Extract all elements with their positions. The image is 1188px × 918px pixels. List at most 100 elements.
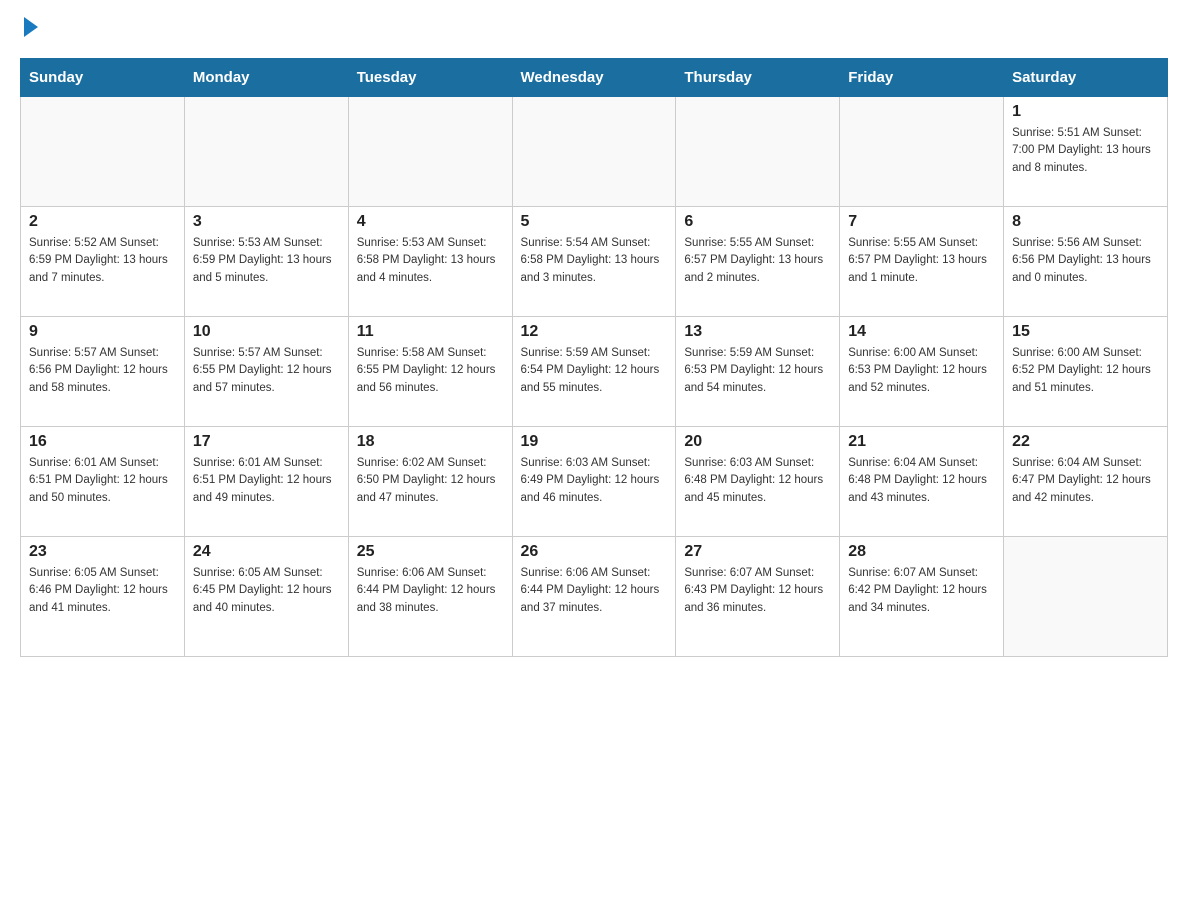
weekday-header-tuesday: Tuesday — [348, 59, 512, 97]
calendar-cell: 10 Sunrise: 5:57 AM Sunset: 6:55 PM Dayli… — [184, 317, 348, 427]
day-number: 10 — [193, 323, 340, 341]
day-number: 17 — [193, 433, 340, 451]
day-number: 22 — [1012, 433, 1159, 451]
day-info: Sunrise: 5:57 AM Sunset: 6:56 PM Dayligh… — [29, 345, 176, 397]
calendar-cell: 27 Sunrise: 6:07 AM Sunset: 6:43 PM Dayli… — [676, 537, 840, 657]
day-info: Sunrise: 6:05 AM Sunset: 6:45 PM Dayligh… — [193, 565, 340, 617]
day-info: Sunrise: 6:04 AM Sunset: 6:48 PM Dayligh… — [848, 455, 995, 507]
day-number: 8 — [1012, 213, 1159, 231]
day-number: 23 — [29, 543, 176, 561]
week-row-5: 23 Sunrise: 6:05 AM Sunset: 6:46 PM Dayli… — [21, 537, 1168, 657]
day-number: 2 — [29, 213, 176, 231]
day-number: 24 — [193, 543, 340, 561]
day-info: Sunrise: 5:52 AM Sunset: 6:59 PM Dayligh… — [29, 235, 176, 287]
day-number: 7 — [848, 213, 995, 231]
day-number: 15 — [1012, 323, 1159, 341]
calendar-cell: 15 Sunrise: 6:00 AM Sunset: 6:52 PM Dayli… — [1004, 317, 1168, 427]
day-number: 25 — [357, 543, 504, 561]
weekday-header-saturday: Saturday — [1004, 59, 1168, 97]
day-number: 27 — [684, 543, 831, 561]
calendar-cell — [184, 97, 348, 207]
calendar-cell: 3 Sunrise: 5:53 AM Sunset: 6:59 PM Daylig… — [184, 207, 348, 317]
day-info: Sunrise: 5:55 AM Sunset: 6:57 PM Dayligh… — [684, 235, 831, 287]
week-row-3: 9 Sunrise: 5:57 AM Sunset: 6:56 PM Daylig… — [21, 317, 1168, 427]
day-number: 26 — [521, 543, 668, 561]
day-info: Sunrise: 5:51 AM Sunset: 7:00 PM Dayligh… — [1012, 125, 1159, 177]
calendar-cell — [348, 97, 512, 207]
calendar-cell: 9 Sunrise: 5:57 AM Sunset: 6:56 PM Daylig… — [21, 317, 185, 427]
weekday-header-thursday: Thursday — [676, 59, 840, 97]
day-number: 12 — [521, 323, 668, 341]
calendar-cell: 12 Sunrise: 5:59 AM Sunset: 6:54 PM Dayli… — [512, 317, 676, 427]
weekday-header-row: SundayMondayTuesdayWednesdayThursdayFrid… — [21, 59, 1168, 97]
weekday-header-wednesday: Wednesday — [512, 59, 676, 97]
calendar-cell — [676, 97, 840, 207]
calendar-cell: 19 Sunrise: 6:03 AM Sunset: 6:49 PM Dayli… — [512, 427, 676, 537]
day-info: Sunrise: 6:01 AM Sunset: 6:51 PM Dayligh… — [29, 455, 176, 507]
day-info: Sunrise: 6:00 AM Sunset: 6:53 PM Dayligh… — [848, 345, 995, 397]
calendar-cell: 16 Sunrise: 6:01 AM Sunset: 6:51 PM Dayli… — [21, 427, 185, 537]
day-number: 6 — [684, 213, 831, 231]
day-number: 5 — [521, 213, 668, 231]
day-number: 16 — [29, 433, 176, 451]
day-number: 4 — [357, 213, 504, 231]
calendar-cell: 25 Sunrise: 6:06 AM Sunset: 6:44 PM Dayli… — [348, 537, 512, 657]
calendar-cell: 24 Sunrise: 6:05 AM Sunset: 6:45 PM Dayli… — [184, 537, 348, 657]
week-row-2: 2 Sunrise: 5:52 AM Sunset: 6:59 PM Daylig… — [21, 207, 1168, 317]
page-header — [20, 20, 1168, 38]
calendar-cell: 6 Sunrise: 5:55 AM Sunset: 6:57 PM Daylig… — [676, 207, 840, 317]
calendar-cell: 22 Sunrise: 6:04 AM Sunset: 6:47 PM Dayli… — [1004, 427, 1168, 537]
day-number: 11 — [357, 323, 504, 341]
day-info: Sunrise: 6:02 AM Sunset: 6:50 PM Dayligh… — [357, 455, 504, 507]
day-info: Sunrise: 5:54 AM Sunset: 6:58 PM Dayligh… — [521, 235, 668, 287]
day-info: Sunrise: 6:01 AM Sunset: 6:51 PM Dayligh… — [193, 455, 340, 507]
day-number: 13 — [684, 323, 831, 341]
day-number: 19 — [521, 433, 668, 451]
calendar-cell: 26 Sunrise: 6:06 AM Sunset: 6:44 PM Dayli… — [512, 537, 676, 657]
day-info: Sunrise: 6:07 AM Sunset: 6:43 PM Dayligh… — [684, 565, 831, 617]
calendar-cell: 14 Sunrise: 6:00 AM Sunset: 6:53 PM Dayli… — [840, 317, 1004, 427]
day-info: Sunrise: 5:59 AM Sunset: 6:54 PM Dayligh… — [521, 345, 668, 397]
logo — [20, 20, 48, 38]
calendar-cell — [1004, 537, 1168, 657]
weekday-header-sunday: Sunday — [21, 59, 185, 97]
day-info: Sunrise: 6:03 AM Sunset: 6:48 PM Dayligh… — [684, 455, 831, 507]
day-number: 9 — [29, 323, 176, 341]
calendar-cell: 11 Sunrise: 5:58 AM Sunset: 6:55 PM Dayli… — [348, 317, 512, 427]
day-number: 18 — [357, 433, 504, 451]
day-number: 14 — [848, 323, 995, 341]
day-info: Sunrise: 6:00 AM Sunset: 6:52 PM Dayligh… — [1012, 345, 1159, 397]
calendar-cell — [512, 97, 676, 207]
weekday-header-monday: Monday — [184, 59, 348, 97]
day-number: 20 — [684, 433, 831, 451]
day-info: Sunrise: 5:59 AM Sunset: 6:53 PM Dayligh… — [684, 345, 831, 397]
week-row-4: 16 Sunrise: 6:01 AM Sunset: 6:51 PM Dayli… — [21, 427, 1168, 537]
day-info: Sunrise: 6:03 AM Sunset: 6:49 PM Dayligh… — [521, 455, 668, 507]
calendar-cell: 23 Sunrise: 6:05 AM Sunset: 6:46 PM Dayli… — [21, 537, 185, 657]
day-info: Sunrise: 6:06 AM Sunset: 6:44 PM Dayligh… — [357, 565, 504, 617]
day-info: Sunrise: 6:05 AM Sunset: 6:46 PM Dayligh… — [29, 565, 176, 617]
day-number: 1 — [1012, 103, 1159, 121]
day-number: 3 — [193, 213, 340, 231]
day-info: Sunrise: 6:04 AM Sunset: 6:47 PM Dayligh… — [1012, 455, 1159, 507]
calendar-cell — [840, 97, 1004, 207]
day-info: Sunrise: 6:06 AM Sunset: 6:44 PM Dayligh… — [521, 565, 668, 617]
calendar-cell: 18 Sunrise: 6:02 AM Sunset: 6:50 PM Dayli… — [348, 427, 512, 537]
calendar-cell: 28Sunrise: 6:07 AM Sunset: 6:42 PM Dayli… — [840, 537, 1004, 657]
day-info: Sunrise: 5:56 AM Sunset: 6:56 PM Dayligh… — [1012, 235, 1159, 287]
calendar-cell: 20 Sunrise: 6:03 AM Sunset: 6:48 PM Dayli… — [676, 427, 840, 537]
calendar-cell: 7 Sunrise: 5:55 AM Sunset: 6:57 PM Daylig… — [840, 207, 1004, 317]
calendar-cell: 5 Sunrise: 5:54 AM Sunset: 6:58 PM Daylig… — [512, 207, 676, 317]
day-info: Sunrise: 6:07 AM Sunset: 6:42 PM Dayligh… — [848, 565, 995, 617]
calendar-cell: 1 Sunrise: 5:51 AM Sunset: 7:00 PM Daylig… — [1004, 97, 1168, 207]
week-row-1: 1 Sunrise: 5:51 AM Sunset: 7:00 PM Daylig… — [21, 97, 1168, 207]
day-info: Sunrise: 5:58 AM Sunset: 6:55 PM Dayligh… — [357, 345, 504, 397]
day-info: Sunrise: 5:53 AM Sunset: 6:59 PM Dayligh… — [193, 235, 340, 287]
day-number: 21 — [848, 433, 995, 451]
calendar-cell: 4Sunrise: 5:53 AM Sunset: 6:58 PM Daylig… — [348, 207, 512, 317]
calendar-cell — [21, 97, 185, 207]
day-info: Sunrise: 5:55 AM Sunset: 6:57 PM Dayligh… — [848, 235, 995, 287]
calendar-cell: 17 Sunrise: 6:01 AM Sunset: 6:51 PM Dayli… — [184, 427, 348, 537]
day-info: Sunrise: 5:57 AM Sunset: 6:55 PM Dayligh… — [193, 345, 340, 397]
logo-arrow-icon — [24, 17, 38, 37]
